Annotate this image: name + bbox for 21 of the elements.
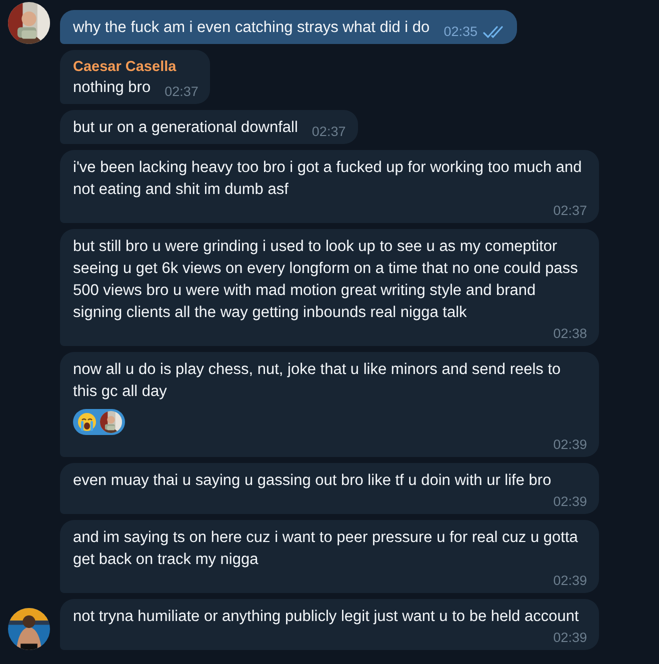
sender-name: Caesar Casella xyxy=(73,58,178,77)
reaction-chip[interactable] xyxy=(73,409,125,435)
message-text: now all u do is play chess, nut, joke that u like minors and send reels to this gc all day xyxy=(73,360,562,402)
message-text: i've been lacking heavy too bro i got a fucked up for working too much and not eating and shit im dumb asf xyxy=(73,158,583,200)
message-text: not tryna humiliate or anything publicly legit just want u to be held account xyxy=(73,607,579,627)
message-time: 02:37 xyxy=(553,202,587,220)
message-text: even muay thai u saying u gassing out bro like tf u doin with ur life bro xyxy=(73,471,552,491)
message-time: 02:35 xyxy=(444,23,478,41)
message-text: but ur on a generational downfall xyxy=(73,118,298,138)
message-time: 02:39 xyxy=(553,493,587,511)
message-text: and im saying ts on here cuz i want to peer pressure u for real cuz u gotta get back on track my nigga xyxy=(73,528,579,570)
message-time: 02:37 xyxy=(312,123,346,141)
message-text: why the fuck am i even catching strays what did i do xyxy=(73,18,430,38)
message-time: 02:39 xyxy=(553,436,587,454)
crying-face-icon xyxy=(77,412,97,432)
message-text: but still bro u were grinding i used to look up to see u as my comeptitor seeing u get 6k views on every longform on a time that no one could pass 500 views bro u were with mad motion great writing style and brand signing clients all the way getting inbounds real nigga talk xyxy=(73,237,579,323)
message-time: 02:37 xyxy=(164,83,198,101)
message-time: 02:39 xyxy=(553,572,587,590)
message-time: 02:38 xyxy=(553,325,587,343)
message-time: 02:39 xyxy=(553,629,587,647)
message-text: nothing bro xyxy=(73,78,151,98)
